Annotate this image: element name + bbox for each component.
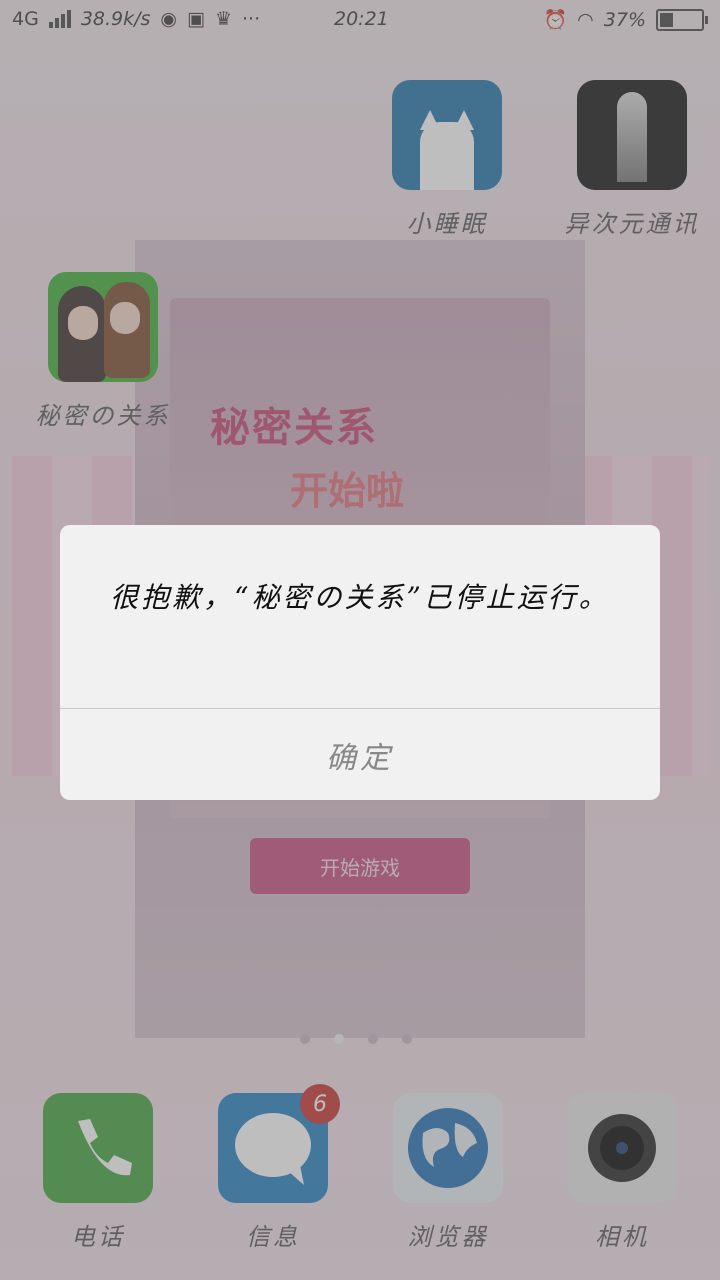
dialog-message: 很抱歉，“秘密の关系”已停止运行。 (110, 581, 610, 614)
dialog-ok-button[interactable]: 确定 (60, 709, 660, 800)
app-stopped-dialog: 很抱歉，“秘密の关系”已停止运行。 确定 (60, 525, 660, 800)
